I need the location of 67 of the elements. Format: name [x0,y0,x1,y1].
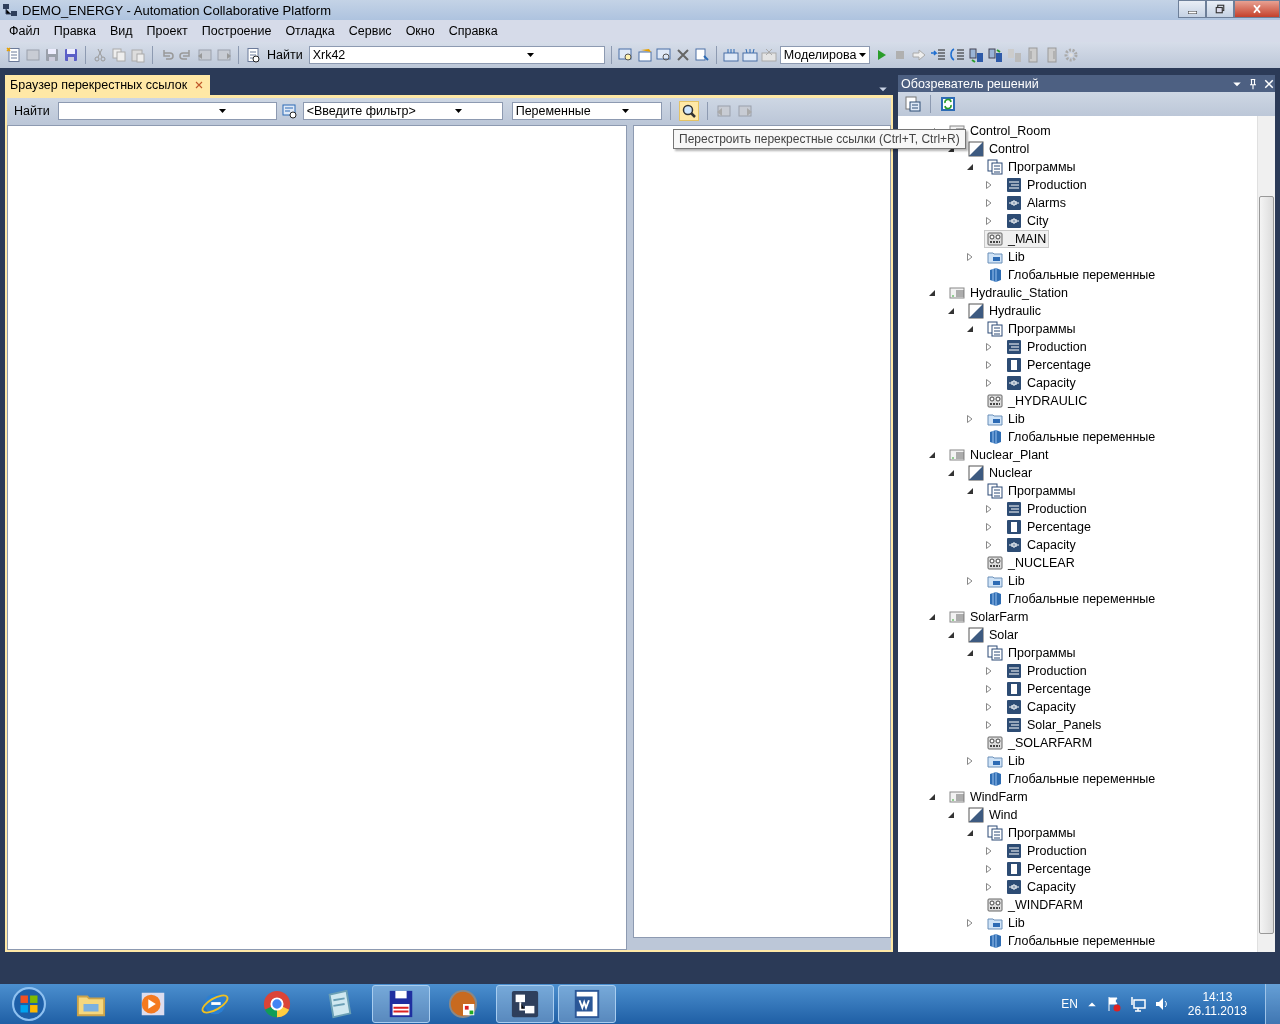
language-indicator[interactable]: EN [1061,997,1078,1011]
tree-item[interactable]: Lib [984,572,1028,590]
menu-item[interactable]: Окно [398,24,442,38]
menu-item[interactable]: Отладка [278,24,342,38]
menu-item[interactable]: Правка [46,24,103,38]
document-tab[interactable]: Браузер перекрестных ссылок [5,75,211,95]
tree-item[interactable]: Production [1003,176,1090,194]
find-label: Найти [13,103,51,118]
mode-combo[interactable]: Моделирова [779,46,870,64]
tree-item[interactable]: Capacity [1003,374,1079,392]
tree-item[interactable]: Глобальные переменные [984,932,1159,950]
tree-item[interactable]: Глобальные переменные [984,266,1159,284]
tree-item[interactable]: Глобальные переменные [984,770,1159,788]
tree-item[interactable]: Глобальные переменные [984,590,1159,608]
tree-item[interactable]: Percentage [1003,356,1094,374]
menu-item[interactable]: Файл [2,24,47,38]
scope-combo[interactable]: Переменные [511,101,662,120]
tree-item[interactable]: _SOLARFARM [984,734,1096,752]
window-title: DEMO_ENERGY - Automation Collaborative Platform [22,2,331,18]
tree-item[interactable]: Программы [984,482,1079,500]
tree-item[interactable]: Percentage [1003,860,1094,878]
tree-item[interactable]: Программы [984,320,1079,338]
tree-item[interactable]: Программы [984,824,1079,842]
tree-item[interactable]: Wind [965,806,1021,824]
tree-item[interactable]: Production [1003,662,1090,680]
tooltip: Перестроить перекрестные ссылки (Ctrl+T, Ctrl+R) [673,129,966,149]
tree-item[interactable]: Capacity [1003,878,1079,896]
tree-item[interactable]: _MAIN [984,230,1050,248]
tree-item[interactable]: Программы [984,158,1079,176]
menu-item[interactable]: Справка [441,24,505,38]
tree-item[interactable]: Lib [984,914,1028,932]
clock-date[interactable]: 26.11.2013 [1187,1004,1247,1018]
tree-item[interactable]: Hydraulic_Station [946,284,1071,302]
menu-item[interactable]: Вид [102,24,140,38]
tree-item[interactable]: Alarms [1003,194,1069,212]
tree-item[interactable]: Глобальные переменные [984,428,1159,446]
tree-item[interactable]: City [1003,212,1052,230]
tree-item[interactable]: Lib [984,752,1028,770]
tree-item[interactable]: Capacity [1003,698,1079,716]
tree-item[interactable]: Hydraulic [965,302,1045,320]
tree-item[interactable]: _HYDRAULIC [984,392,1091,410]
clock-time[interactable]: 14:13 [1202,990,1233,1004]
tree-item[interactable]: Capacity [1003,536,1079,554]
tree-item[interactable]: Solar_Panels [1003,716,1105,734]
tree-item[interactable]: Lib [984,248,1028,266]
tree-item[interactable]: Percentage [1003,680,1094,698]
filter-combo[interactable]: <Введите фильтр> [302,101,503,120]
menu-item[interactable]: Построение [194,24,279,38]
tree-item[interactable]: Production [1003,338,1090,356]
tree-item[interactable]: Percentage [1003,518,1094,536]
tree-item[interactable]: Control [965,140,1033,158]
menu-item[interactable]: Сервис [341,24,399,38]
tree-item[interactable]: _WINDFARM [984,896,1086,914]
tree-item[interactable]: Solar [965,626,1022,644]
tree-item[interactable]: WindFarm [946,788,1031,806]
tree-item[interactable]: Lib [984,410,1028,428]
tree-item[interactable]: Production [1003,842,1090,860]
tree-item[interactable]: Production [1003,500,1090,518]
tree-item[interactable]: Программы [984,644,1079,662]
tree-item[interactable]: Nuclear [965,464,1036,482]
tree-item[interactable]: Nuclear_Plant [946,446,1052,464]
find-combo[interactable]: Xrk42 [308,46,605,64]
menu-item[interactable]: Проект [139,24,195,38]
find-label: Найти [266,48,304,62]
tree-item[interactable]: SolarFarm [946,608,1032,626]
panel-title: Обозреватель решений [901,76,1040,91]
tree-item[interactable]: _NUCLEAR [984,554,1078,572]
